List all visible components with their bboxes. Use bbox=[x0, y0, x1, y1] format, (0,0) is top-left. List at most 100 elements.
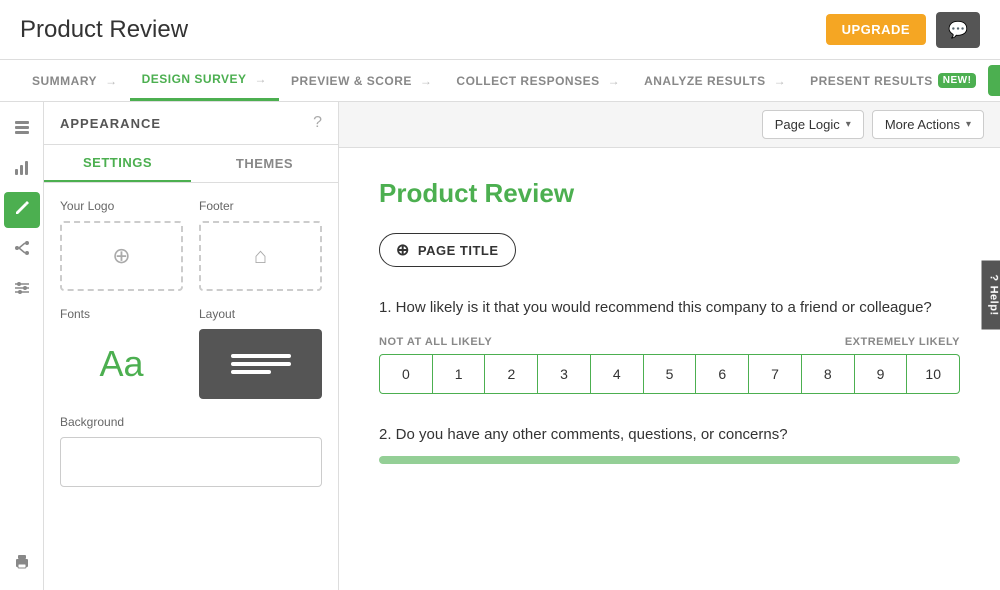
layout-lines-icon bbox=[231, 354, 291, 374]
scale-cell-10[interactable]: 10 bbox=[907, 354, 960, 394]
nav-item-preview[interactable]: PREVIEW & SCORE → bbox=[279, 60, 444, 101]
main-layout: APPEARANCE ? SETTINGS THEMES Your Logo ⊕… bbox=[0, 102, 1000, 590]
branch-icon bbox=[13, 239, 31, 262]
nav-item-analyze[interactable]: ANALYZE RESULTS → bbox=[632, 60, 798, 101]
sidebar-branch-button[interactable] bbox=[4, 232, 40, 268]
add-icon: ⊕ bbox=[112, 243, 130, 269]
feedback-tab[interactable]: ? Help! bbox=[981, 260, 1000, 329]
nav-arrow: → bbox=[105, 74, 118, 88]
scale-left-label: NOT AT ALL LIKELY bbox=[379, 336, 492, 348]
nav-label-collect: COLLECT RESPONSES bbox=[456, 74, 599, 88]
nav-arrow-5: → bbox=[774, 74, 787, 88]
layout-line-1 bbox=[231, 354, 291, 358]
sidebar-chart-button[interactable] bbox=[4, 152, 40, 188]
footer-upload-box[interactable]: ⌂ bbox=[199, 221, 322, 291]
scale-cell-3[interactable]: 3 bbox=[538, 354, 591, 394]
nav-arrow-3: → bbox=[420, 74, 433, 88]
tab-themes[interactable]: THEMES bbox=[191, 145, 338, 182]
next-button[interactable]: NEXT → bbox=[988, 65, 1000, 96]
sidebar-layers-button[interactable] bbox=[4, 112, 40, 148]
page-logic-label: Page Logic bbox=[775, 117, 840, 132]
logo-setting: Your Logo ⊕ bbox=[60, 199, 183, 291]
nav-arrow-4: → bbox=[608, 74, 621, 88]
print-icon bbox=[13, 553, 31, 576]
background-setting: Background bbox=[60, 415, 322, 487]
tab-settings[interactable]: SETTINGS bbox=[44, 145, 191, 182]
icon-sidebar bbox=[0, 102, 44, 590]
feedback-label: Help! bbox=[987, 286, 999, 316]
settings-panel: APPEARANCE ? SETTINGS THEMES Your Logo ⊕… bbox=[44, 102, 339, 590]
layout-setting: Layout bbox=[199, 307, 322, 399]
question-1-text: 1. How likely is it that you would recom… bbox=[379, 297, 960, 320]
upgrade-button[interactable]: UPGRADE bbox=[826, 14, 927, 45]
scale-cell-6[interactable]: 6 bbox=[696, 354, 749, 394]
chat-button[interactable]: 💬 bbox=[936, 12, 980, 48]
nav-label-design-survey: DESIGN SURVEY bbox=[142, 72, 247, 86]
background-picker-box[interactable] bbox=[60, 437, 322, 487]
scale-cell-2[interactable]: 2 bbox=[485, 354, 538, 394]
scale-row: 012345678910 bbox=[379, 354, 960, 394]
fonts-sample: Aa bbox=[99, 343, 143, 385]
fonts-setting: Fonts Aa bbox=[60, 307, 183, 399]
content-toolbar: Page Logic ▾ More Actions ▾ bbox=[339, 102, 1000, 148]
nav-item-present[interactable]: PRESENT RESULTS NEW! bbox=[798, 60, 988, 101]
scale-cell-4[interactable]: 4 bbox=[591, 354, 644, 394]
scale-cell-0[interactable]: 0 bbox=[379, 354, 433, 394]
survey-title: Product Review bbox=[379, 178, 960, 209]
nav-label-analyze: ANALYZE RESULTS bbox=[644, 74, 766, 88]
scale-cell-7[interactable]: 7 bbox=[749, 354, 802, 394]
footer-icon: ⌂ bbox=[254, 243, 267, 269]
layers-icon bbox=[13, 119, 31, 142]
scale-cell-9[interactable]: 9 bbox=[855, 354, 908, 394]
plus-circle-icon: ⊕ bbox=[396, 240, 410, 260]
sliders-icon bbox=[13, 279, 31, 302]
nav-arrow-2: → bbox=[255, 72, 268, 86]
scale-cell-5[interactable]: 5 bbox=[644, 354, 697, 394]
fonts-display-box[interactable]: Aa bbox=[60, 329, 183, 399]
page-title-button[interactable]: ⊕ PAGE TITLE bbox=[379, 233, 516, 267]
layout-line-3 bbox=[231, 370, 271, 374]
background-label: Background bbox=[60, 415, 322, 429]
nav-label-preview: PREVIEW & SCORE bbox=[291, 74, 412, 88]
new-badge: NEW! bbox=[938, 73, 977, 88]
sidebar-pencil-button[interactable] bbox=[4, 192, 40, 228]
more-actions-label: More Actions bbox=[885, 117, 960, 132]
nav-label-present: PRESENT RESULTS bbox=[810, 74, 933, 88]
more-actions-chevron: ▾ bbox=[966, 119, 971, 130]
nav-item-summary[interactable]: SUMMARY → bbox=[20, 60, 130, 101]
nav-bar: SUMMARY → DESIGN SURVEY → PREVIEW & SCOR… bbox=[0, 60, 1000, 102]
panel-title: APPEARANCE bbox=[60, 116, 161, 131]
nav-label-summary: SUMMARY bbox=[32, 74, 97, 88]
help-icon[interactable]: ? bbox=[313, 114, 322, 132]
footer-label: Footer bbox=[199, 199, 322, 213]
chat-icon: 💬 bbox=[948, 20, 968, 40]
footer-setting: Footer ⌂ bbox=[199, 199, 322, 291]
survey-content: Product Review ⊕ PAGE TITLE 1. How likel… bbox=[339, 148, 1000, 590]
help-icon-small: ? bbox=[987, 274, 999, 281]
logo-label: Your Logo bbox=[60, 199, 183, 213]
question-1-block: 1. How likely is it that you would recom… bbox=[379, 297, 960, 394]
question-2-block: 2. Do you have any other comments, quest… bbox=[379, 424, 960, 465]
more-actions-button[interactable]: More Actions ▾ bbox=[872, 110, 984, 139]
nav-item-design-survey[interactable]: DESIGN SURVEY → bbox=[130, 60, 279, 101]
page-logic-button[interactable]: Page Logic ▾ bbox=[762, 110, 864, 139]
layout-display-box[interactable] bbox=[199, 329, 322, 399]
sidebar-sliders-button[interactable] bbox=[4, 272, 40, 308]
logo-upload-box[interactable]: ⊕ bbox=[60, 221, 183, 291]
text-input-bar bbox=[379, 456, 960, 464]
content-area: Page Logic ▾ More Actions ▾ Product Revi… bbox=[339, 102, 1000, 590]
page-title-label: PAGE TITLE bbox=[418, 243, 499, 258]
page-logic-chevron: ▾ bbox=[846, 119, 851, 130]
layout-label: Layout bbox=[199, 307, 322, 321]
settings-tabs: SETTINGS THEMES bbox=[44, 145, 338, 183]
nav-item-collect[interactable]: COLLECT RESPONSES → bbox=[444, 60, 632, 101]
sidebar-print-button[interactable] bbox=[4, 546, 40, 582]
scale-right-label: EXTREMELY LIKELY bbox=[845, 336, 960, 348]
settings-content: Your Logo ⊕ Footer ⌂ Fonts Aa bbox=[44, 183, 338, 503]
scale-cell-8[interactable]: 8 bbox=[802, 354, 855, 394]
scale-labels: NOT AT ALL LIKELY EXTREMELY LIKELY bbox=[379, 336, 960, 348]
fonts-label: Fonts bbox=[60, 307, 183, 321]
scale-cell-1[interactable]: 1 bbox=[433, 354, 486, 394]
header: Product Review UPGRADE 💬 bbox=[0, 0, 1000, 60]
app-title: Product Review bbox=[20, 16, 188, 44]
